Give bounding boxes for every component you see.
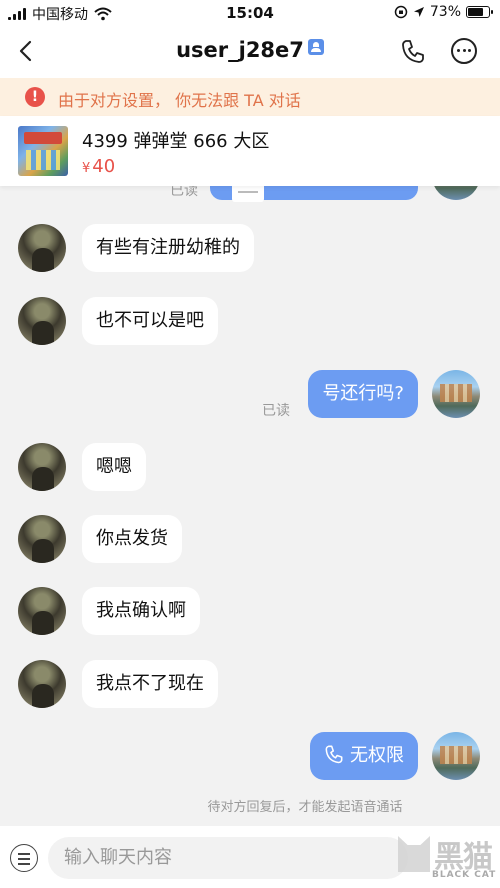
orientation-lock-icon [394,5,408,19]
menu-icon[interactable] [10,844,38,872]
watermark-subtext: BLACK CAT [432,870,497,880]
product-card[interactable]: 4399 弹弹堂 666 大区 ¥40 [0,116,500,186]
alert-icon: ! [25,87,45,107]
contact-avatar[interactable] [18,224,66,272]
read-status: 已读 [170,186,198,199]
product-price: ¥40 [82,156,115,177]
message-bubble[interactable]: 有些有注册幼稚的 [82,224,254,272]
read-status: 已读 [262,403,290,419]
message-bubble-sent[interactable]: 号还行吗? [308,370,418,418]
message-bubble[interactable]: 我点不了现在 [82,660,218,708]
contact-avatar[interactable] [18,660,66,708]
message-bubble[interactable]: 嗯嗯 [82,443,146,491]
currency-symbol: ¥ [82,161,91,176]
restriction-banner: ! 由于对方设置， 你无法跟 TA 对话 [0,78,500,116]
my-avatar[interactable] [432,732,480,780]
call-status-text: 无权限 [350,745,404,766]
product-thumbnail [18,126,68,176]
price-value: 40 [92,156,116,177]
chat-header: user_j28e7 [0,26,500,78]
battery-icon [466,6,493,18]
cat-logo-icon [398,836,430,872]
contact-avatar[interactable] [18,297,66,345]
voice-call-notice: 待对方回复后，才能发起语音通话 [207,800,403,815]
product-name: 4399 弹弹堂 666 大区 [82,131,270,152]
more-icon[interactable] [451,38,477,64]
location-icon [413,7,424,17]
message-bubble[interactable]: 我点确认啊 [82,587,200,635]
contact-name: user_j28e7 [176,38,304,62]
chat-messages[interactable]: 已读 有些有注册幼稚的 也不可以是吧 已读 号还行吗? 嗯嗯 你点发货 我点确认… [0,186,500,826]
status-bar: 中国移动 15:04 73% [0,0,500,26]
message-input[interactable]: 输入聊天内容 [48,837,408,879]
banner-text: 由于对方设置， 你无法跟 TA 对话 [58,91,301,110]
verified-badge-icon [307,39,324,55]
battery-percent: 73% [429,4,461,20]
contact-avatar[interactable] [18,443,66,491]
menu-icon [232,186,264,202]
input-bar: 输入聊天内容 黑猫 BLACK CAT [0,826,500,888]
phone-icon [325,745,343,764]
my-avatar[interactable] [432,370,480,418]
contact-avatar[interactable] [18,515,66,563]
contact-avatar[interactable] [18,587,66,635]
message-bubble[interactable]: 你点发货 [82,515,182,563]
message-bubble[interactable]: 也不可以是吧 [82,297,218,345]
status-right: 73% [394,4,493,20]
phone-icon[interactable] [400,38,426,64]
my-avatar[interactable] [432,186,480,200]
call-record-bubble[interactable]: 无权限 [310,732,418,780]
black-cat-watermark: 黑猫 BLACK CAT [392,832,498,886]
